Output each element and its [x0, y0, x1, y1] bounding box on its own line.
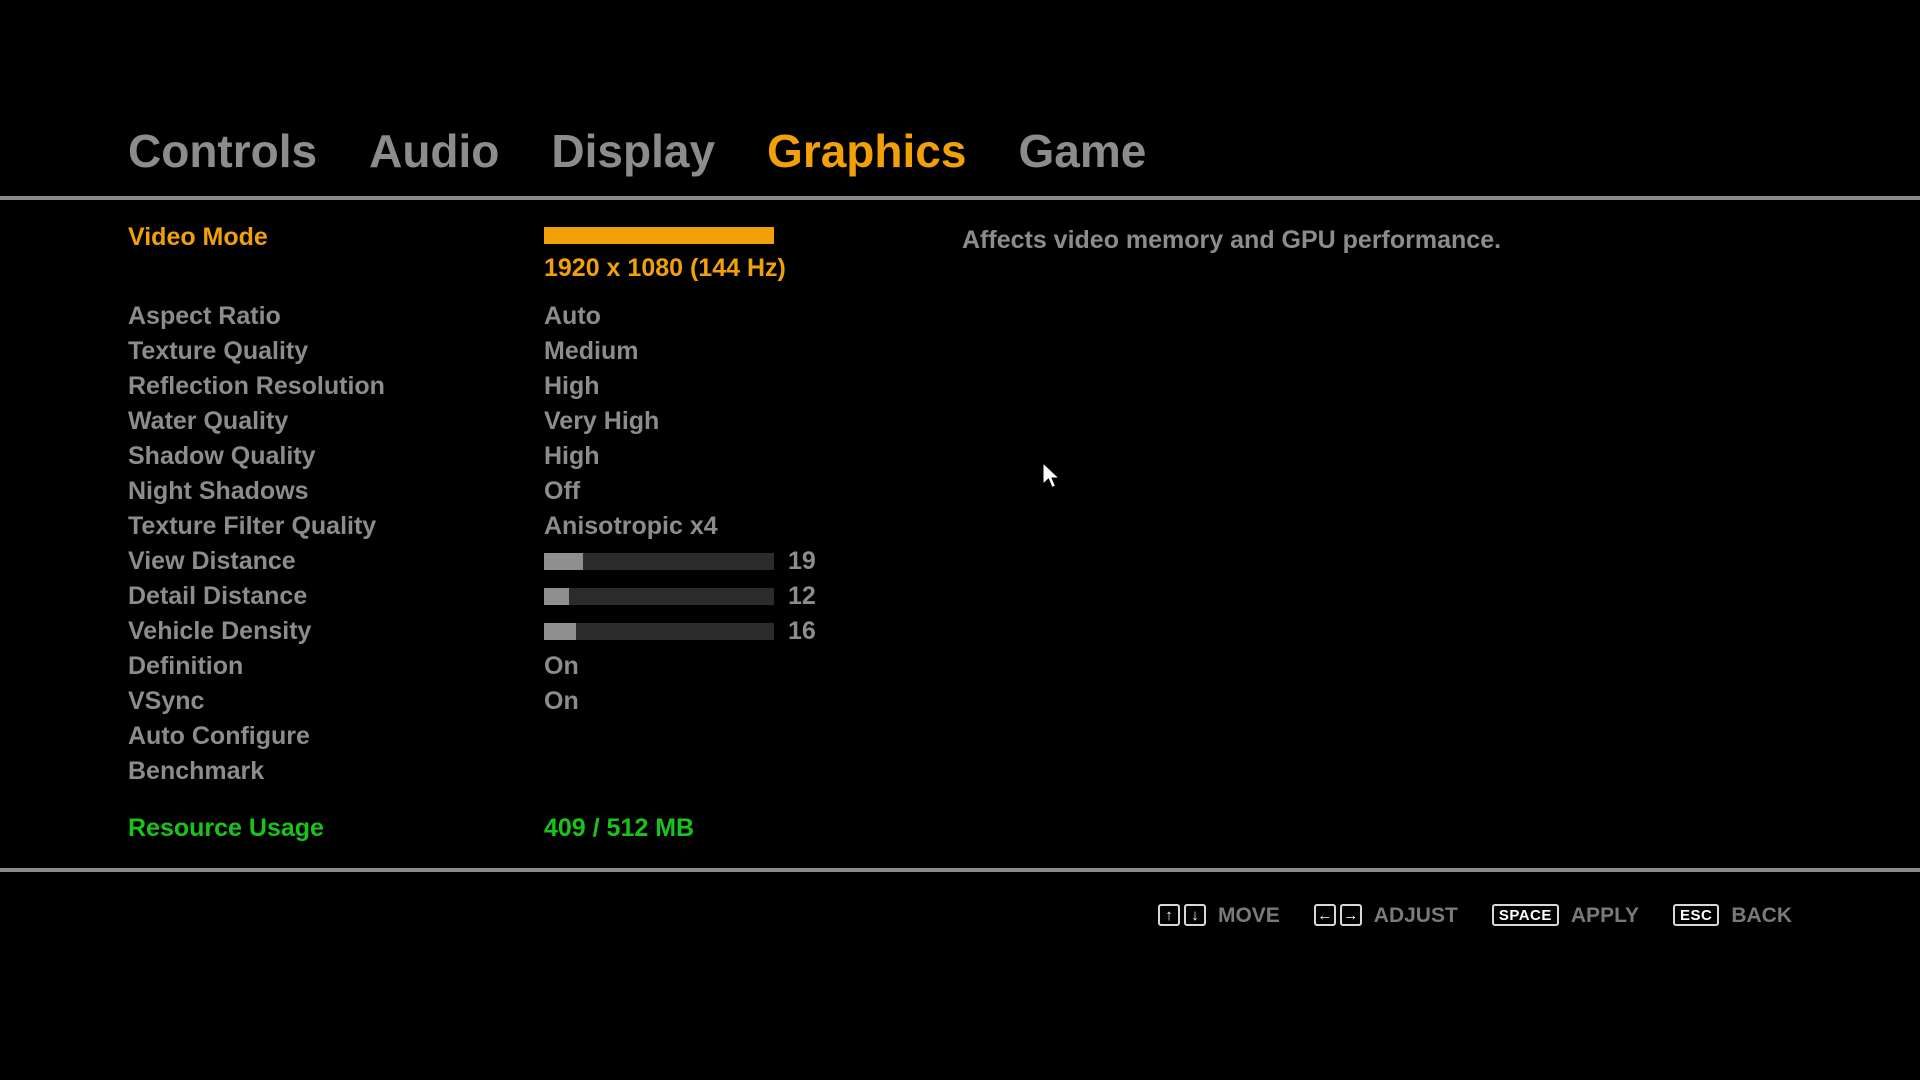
setting-row-aspect-ratio[interactable]: Aspect RatioAuto: [128, 299, 948, 334]
setting-row-auto-configure[interactable]: Auto Configure: [128, 719, 948, 754]
setting-slider-detail-distance[interactable]: [544, 588, 774, 605]
setting-row-vehicle-density[interactable]: Vehicle Density 16: [128, 614, 948, 649]
hint-label: BACK: [1731, 905, 1792, 926]
setting-label-benchmark: Benchmark: [128, 759, 544, 784]
setting-label-auto-configure: Auto Configure: [128, 724, 544, 749]
settings-list: Video Mode 1920 x 1080 (144 Hz) Aspect R…: [128, 225, 948, 846]
keycap-icon: →: [1340, 904, 1362, 926]
keycap-icon: SPACE: [1492, 904, 1559, 926]
setting-label-reflection-resolution: Reflection Resolution: [128, 374, 544, 399]
setting-value-vehicle-density: 16: [788, 619, 816, 644]
setting-label-detail-distance: Detail Distance: [128, 584, 544, 609]
setting-row-vsync[interactable]: VSyncOn: [128, 684, 948, 719]
setting-value-video-mode: 1920 x 1080 (144 Hz): [544, 256, 786, 281]
tab-display[interactable]: Display: [551, 128, 715, 174]
setting-slider-view-distance[interactable]: [544, 553, 774, 570]
setting-label-vehicle-density: Vehicle Density: [128, 619, 544, 644]
tab-divider: [0, 196, 1920, 200]
setting-value-detail-distance: 12: [788, 584, 816, 609]
setting-value-night-shadows: Off: [544, 479, 580, 504]
setting-label-water-quality: Water Quality: [128, 409, 544, 434]
setting-row-detail-distance[interactable]: Detail Distance 12: [128, 579, 948, 614]
hint-adjust: ←→ ADJUST: [1314, 904, 1458, 926]
mouse-cursor: [1042, 462, 1064, 490]
list-spacer: [128, 291, 948, 299]
keycap-icon: ←: [1314, 904, 1336, 926]
resource-usage-row: Resource Usage 409 / 512 MB: [128, 811, 948, 846]
tab-bar: Controls Audio Display Graphics Game: [0, 112, 1920, 190]
setting-value-aspect-ratio: Auto: [544, 304, 601, 329]
hint-apply: SPACE APPLY: [1492, 904, 1639, 926]
video-mode-highlight-bar: [544, 227, 774, 244]
tab-graphics[interactable]: Graphics: [767, 128, 966, 174]
settings-screen: Controls Audio Display Graphics Game Affects…: [0, 0, 1920, 1080]
setting-value-view-distance: 19: [788, 549, 816, 574]
setting-row-reflection-resolution[interactable]: Reflection ResolutionHigh: [128, 369, 948, 404]
setting-label-definition: Definition: [128, 654, 544, 679]
hint-label: APPLY: [1571, 905, 1639, 926]
setting-value-texture-filter-quality: Anisotropic x4: [544, 514, 718, 539]
tab-game[interactable]: Game: [1018, 128, 1146, 174]
setting-value-definition: On: [544, 654, 579, 679]
setting-row-texture-quality[interactable]: Texture QualityMedium: [128, 334, 948, 369]
setting-row-video-mode[interactable]: Video Mode 1920 x 1080 (144 Hz): [128, 225, 948, 291]
setting-value-vsync: On: [544, 689, 579, 714]
slider-fill: [544, 553, 583, 570]
setting-row-shadow-quality[interactable]: Shadow QualityHigh: [128, 439, 948, 474]
resource-usage-value: 409 / 512 MB: [544, 816, 694, 841]
setting-value-texture-quality: Medium: [544, 339, 638, 364]
setting-label-vsync: VSync: [128, 689, 544, 714]
setting-description: Affects video memory and GPU performance…: [962, 228, 1501, 253]
setting-label-texture-quality: Texture Quality: [128, 339, 544, 364]
setting-label-shadow-quality: Shadow Quality: [128, 444, 544, 469]
setting-label-aspect-ratio: Aspect Ratio: [128, 304, 544, 329]
slider-fill: [544, 623, 576, 640]
setting-row-benchmark[interactable]: Benchmark: [128, 754, 948, 789]
hint-move: ↑↓ MOVE: [1158, 904, 1280, 926]
setting-slider-vehicle-density[interactable]: [544, 623, 774, 640]
setting-row-definition[interactable]: DefinitionOn: [128, 649, 948, 684]
hint-label: MOVE: [1218, 905, 1280, 926]
tab-controls[interactable]: Controls: [128, 128, 317, 174]
setting-label-view-distance: View Distance: [128, 549, 544, 574]
keycap-icon: ESC: [1673, 904, 1719, 926]
setting-value-reflection-resolution: High: [544, 374, 600, 399]
bottom-divider: [0, 868, 1920, 872]
setting-label-night-shadows: Night Shadows: [128, 479, 544, 504]
keycap-icon: ↓: [1184, 904, 1206, 926]
setting-row-view-distance[interactable]: View Distance 19: [128, 544, 948, 579]
hint-label: ADJUST: [1374, 905, 1458, 926]
setting-value-water-quality: Very High: [544, 409, 659, 434]
setting-row-water-quality[interactable]: Water QualityVery High: [128, 404, 948, 439]
setting-label-texture-filter-quality: Texture Filter Quality: [128, 514, 544, 539]
setting-row-night-shadows[interactable]: Night ShadowsOff: [128, 474, 948, 509]
resource-usage-label: Resource Usage: [128, 816, 544, 841]
key-hint-bar: ↑↓ MOVE ←→ ADJUST SPACE APPLY ESC BACK: [0, 895, 1920, 935]
settings-rows: Aspect RatioAutoTexture QualityMediumRef…: [128, 299, 948, 789]
setting-label-video-mode: Video Mode: [128, 225, 544, 250]
slider-fill: [544, 588, 569, 605]
setting-value-shadow-quality: High: [544, 444, 600, 469]
setting-row-texture-filter-quality[interactable]: Texture Filter QualityAnisotropic x4: [128, 509, 948, 544]
keycap-icon: ↑: [1158, 904, 1180, 926]
tab-audio[interactable]: Audio: [369, 128, 499, 174]
hint-back: ESC BACK: [1673, 904, 1792, 926]
